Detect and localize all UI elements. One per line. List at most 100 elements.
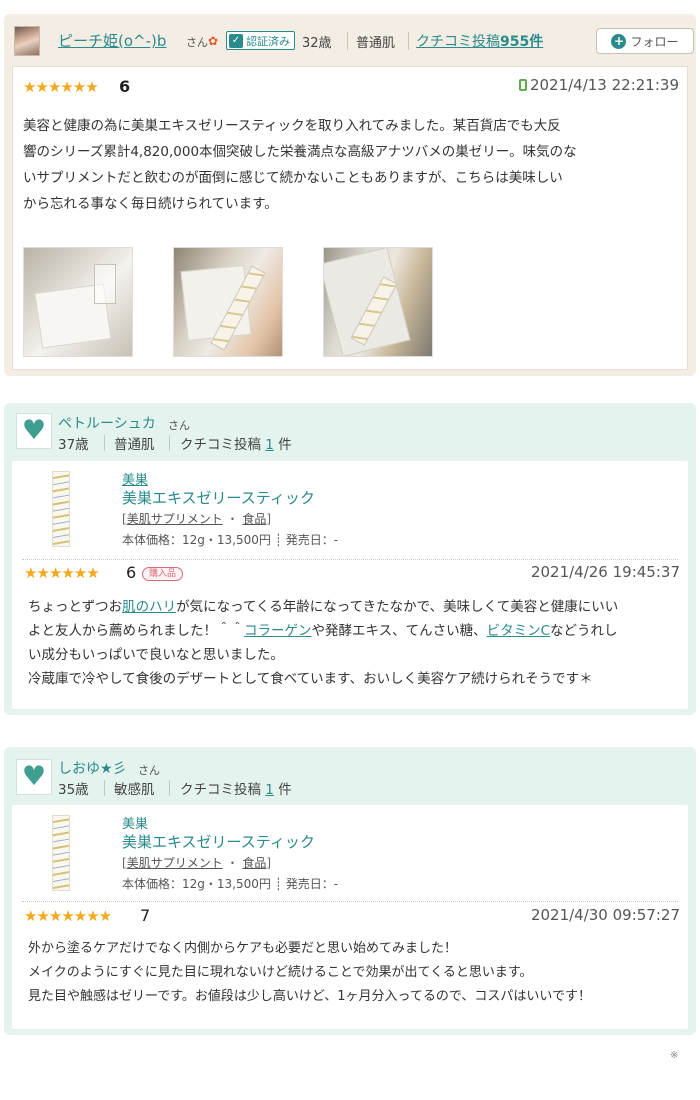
divider bbox=[347, 32, 348, 50]
purchased-badge: 購入品 bbox=[142, 567, 184, 581]
user-honorific: さん bbox=[138, 764, 160, 777]
user-age: 32歳 bbox=[302, 36, 332, 51]
divider bbox=[169, 780, 170, 796]
verified-badge: ✓ 認証済み bbox=[226, 31, 295, 50]
posts-count[interactable]: 1 bbox=[265, 437, 274, 453]
text-segment: ちょっとずつお bbox=[28, 599, 123, 615]
user-skin-type: 敏感肌 bbox=[114, 782, 155, 798]
divider bbox=[408, 32, 409, 50]
user-skin-type: 普通肌 bbox=[114, 437, 155, 453]
release-date: 発売日：- bbox=[285, 533, 339, 547]
review-body: 美巣 美巣エキスゼリースティック [美肌サプリメント ・ 食品] 本体価格：12… bbox=[12, 805, 688, 1029]
product-name-link[interactable]: 美巣エキスゼリースティック bbox=[122, 831, 315, 852]
user-age: 35歳 bbox=[58, 782, 89, 798]
review-photo-2[interactable] bbox=[173, 247, 283, 357]
check-icon: ✓ bbox=[229, 33, 243, 48]
product-categories: [美肌サプリメント ・ 食品] bbox=[122, 512, 272, 526]
user-name-link[interactable]: ピーチ姫(o^-)b bbox=[58, 30, 166, 51]
rating-stars: ★★★★★★★ bbox=[24, 907, 112, 925]
review-date: 2021/4/30 09:57:27 bbox=[530, 906, 680, 924]
posts-label: クチコミ投稿 bbox=[180, 437, 261, 453]
user-skin-type: 普通肌 bbox=[356, 36, 396, 51]
rating-score: 7 bbox=[140, 906, 151, 925]
review-text: ちょっとずつお肌のハリが気になってくる年齢になってきたなかで、美味しくて美容と健… bbox=[28, 595, 678, 691]
plus-icon: + bbox=[611, 33, 627, 49]
verified-label: 認証済み bbox=[246, 34, 290, 48]
heart-icon: ♥ bbox=[21, 761, 47, 792]
review-text: 外から塗るケアだけでなく内側からケアも必要だと思い始めてみました！ メイクのよう… bbox=[28, 937, 678, 1009]
posts-unit: 件 bbox=[278, 782, 292, 798]
flower-icon: ✿ bbox=[208, 34, 219, 48]
text-segment: などうれし bbox=[550, 623, 618, 639]
category-link[interactable]: 美肌サプリメント bbox=[127, 856, 223, 870]
review-card-3: ♥ しおゆ★彡 さん 35歳 敏感肌 クチコミ投稿 1 件 美巣 美巣エキスゼリ… bbox=[4, 747, 696, 1035]
review-text-line: メイクのようにすぐに見た目に現れないけど続けることで効果が出てくると思います。 bbox=[28, 965, 533, 980]
user-name-link[interactable]: ペトルーシュカ bbox=[58, 413, 156, 433]
follow-button[interactable]: + フォロー bbox=[596, 28, 694, 54]
review-text-line: から忘れる事なく毎日続けられています。 bbox=[23, 196, 278, 212]
follow-label: フォロー bbox=[630, 34, 679, 49]
posts-count: 955件 bbox=[500, 34, 544, 50]
review-photo-3[interactable] bbox=[323, 247, 433, 357]
category-link[interactable]: 食品 bbox=[242, 512, 266, 526]
divider bbox=[104, 780, 105, 796]
review-body: ★★★★★★ 6 2021/4/13 22:21:39 美容と健康の為に美巣エキ… bbox=[12, 66, 688, 370]
product-brand-link[interactable]: 美巣 bbox=[122, 813, 148, 832]
keyword-link[interactable]: ビタミンC bbox=[487, 623, 550, 639]
divider bbox=[104, 435, 105, 451]
review-text-line: いサプリメントだと飲むのが面倒に感じて続かないこともありますが、こちらは美味しい bbox=[23, 170, 563, 186]
review-text-line: 外から塗るケアだけでなく内側からケアも必要だと思い始めてみました！ bbox=[28, 941, 458, 956]
keyword-link[interactable]: コラーゲン bbox=[244, 623, 312, 639]
review-card-2: ♥ ペトルーシュカ さん 37歳 普通肌 クチコミ投稿 1 件 美巣 美巣エキス… bbox=[4, 403, 696, 715]
mobile-phone-icon bbox=[519, 79, 527, 91]
review-date: 2021/4/13 22:21:39 bbox=[529, 76, 679, 94]
divider bbox=[22, 901, 678, 902]
text-segment: が気になってくる年齢になってきたなかで、美味しくて美容と健康にいい bbox=[176, 599, 619, 615]
product-name-link[interactable]: 美巣エキスゼリースティック bbox=[122, 487, 315, 508]
user-honorific: さん bbox=[168, 419, 190, 432]
review-text-line: 響のシリーズ累計4,820,000本個突破した栄養満点な高級アナツバメの巣ゼリー… bbox=[23, 144, 577, 160]
category-link[interactable]: 美肌サプリメント bbox=[127, 512, 223, 526]
review-text-line: 見た目や触感はゼリーです。お値段は少し高いけど、1ヶ月分入ってるので、コスパはい… bbox=[28, 989, 591, 1004]
review-text-line: 冷蔵庫で冷やして食後のデザートとして食べています、おいしく美容ケア続けられそうで… bbox=[28, 671, 593, 687]
review-text-line: い成分もいっぱいで良いなと思いました。 bbox=[28, 647, 284, 663]
review-text-line: 美容と健康の為に美巣エキスゼリースティックを取り入れてみました。某百貨店でも大反 bbox=[23, 118, 561, 134]
review-text: 美容と健康の為に美巣エキスゼリースティックを取り入れてみました。某百貨店でも大反… bbox=[23, 113, 683, 217]
user-posts[interactable]: クチコミ投稿 1 件 bbox=[180, 433, 292, 453]
heart-icon: ♥ bbox=[21, 415, 47, 446]
user-name-link[interactable]: しおゆ★彡 bbox=[58, 758, 127, 778]
user-posts[interactable]: クチコミ投稿 1 件 bbox=[180, 778, 292, 798]
footnote-mark: ※ bbox=[670, 1050, 679, 1061]
category-separator: ・ bbox=[226, 856, 239, 870]
user-age: 37歳 bbox=[58, 437, 89, 453]
rating-stars: ★★★★★★ bbox=[24, 564, 100, 582]
product-price: 本体価格：12g・13,500円 ┊ 発売日：- bbox=[122, 533, 339, 547]
review-date: 2021/4/26 19:45:37 bbox=[530, 563, 680, 581]
text-segment: よと友人から薦められました！＾＾ bbox=[28, 623, 244, 639]
review-header: ピーチ姫(o^-)b さん ✿ ✓ 認証済み 32歳 普通肌 クチコミ投稿955… bbox=[12, 24, 694, 58]
user-avatar[interactable]: ♥ bbox=[16, 413, 52, 449]
rating-stars: ★★★★★★ bbox=[23, 78, 99, 96]
review-photo-1[interactable] bbox=[23, 247, 133, 357]
product-image[interactable] bbox=[52, 471, 70, 547]
keyword-link[interactable]: 肌のハリ bbox=[122, 599, 176, 615]
product-price: 本体価格：12g・13,500円 ┊ 発売日：- bbox=[122, 877, 339, 891]
user-posts-link[interactable]: クチコミ投稿955件 bbox=[416, 31, 543, 51]
posts-label: クチコミ投稿 bbox=[180, 782, 261, 798]
product-image[interactable] bbox=[52, 815, 70, 891]
review-body: 美巣 美巣エキスゼリースティック [美肌サプリメント ・ 食品] 本体価格：12… bbox=[12, 461, 688, 709]
category-link[interactable]: 食品 bbox=[242, 856, 266, 870]
user-avatar[interactable] bbox=[14, 26, 40, 56]
product-brand-link[interactable]: 美巣 bbox=[122, 469, 148, 488]
category-separator: ・ bbox=[226, 512, 239, 526]
posts-unit: 件 bbox=[278, 437, 292, 453]
review-text-line: ちょっとずつお肌のハリが気になってくる年齢になってきたなかで、美味しくて美容と健… bbox=[28, 595, 678, 619]
review-card-1: ピーチ姫(o^-)b さん ✿ ✓ 認証済み 32歳 普通肌 クチコミ投稿955… bbox=[4, 14, 696, 376]
posts-count[interactable]: 1 bbox=[265, 782, 274, 798]
product-glass-shape bbox=[94, 264, 116, 304]
review-text-line: よと友人から薦められました！＾＾コラーゲンや発酵エキス、てんさい糖、ビタミンCな… bbox=[28, 619, 678, 643]
rating-score: 6 bbox=[119, 77, 131, 96]
product-categories: [美肌サプリメント ・ 食品] bbox=[122, 856, 272, 870]
divider bbox=[169, 435, 170, 451]
user-avatar[interactable]: ♥ bbox=[16, 759, 52, 795]
